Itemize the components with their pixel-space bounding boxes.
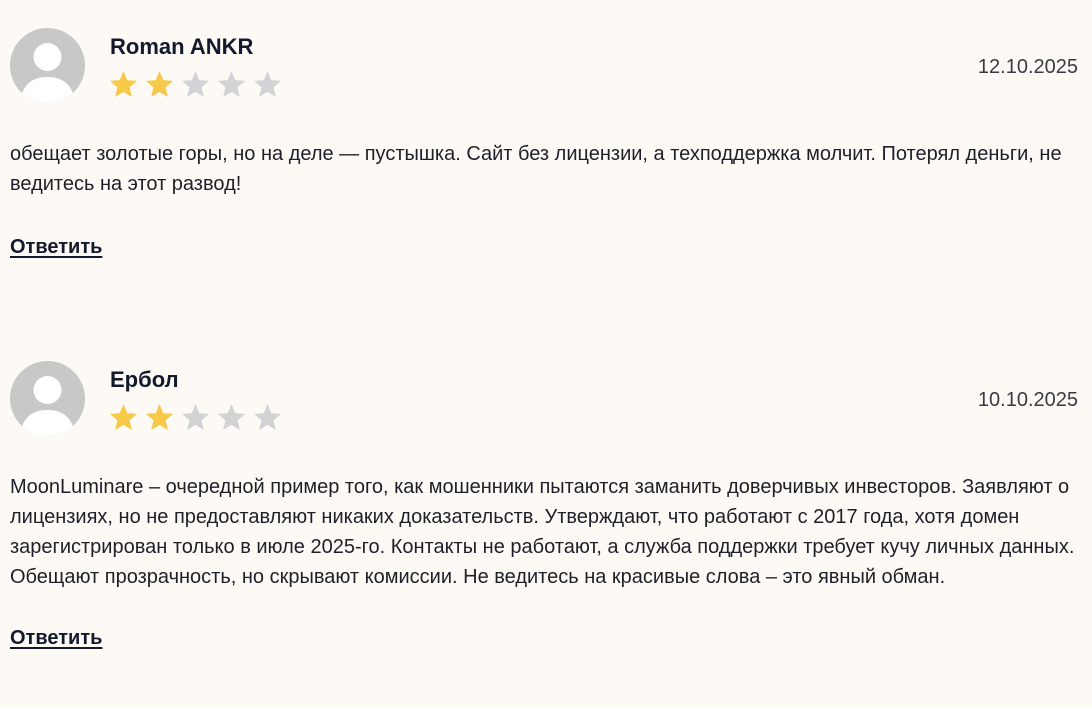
review-card: Roman ANKR 12.10.2025 обещает золотые го… [10, 28, 1078, 259]
reply-link[interactable]: Ответить [10, 627, 102, 650]
review-date: 10.10.2025 [977, 389, 1078, 411]
star-icon [253, 403, 282, 431]
star-icon [145, 70, 174, 98]
star-icon [109, 70, 138, 98]
reply-link[interactable]: Ответить [10, 236, 102, 259]
star-icon [109, 403, 138, 431]
review-text: обещает золотые горы, но на деле — пусты… [10, 143, 1062, 195]
review-date: 12.10.2025 [977, 56, 1078, 78]
review-text: MoonLuminare – очередной пример того, ка… [10, 476, 1075, 588]
star-icon [217, 70, 246, 98]
star-icon [181, 403, 210, 431]
review-author: Ербол [110, 367, 179, 392]
star-rating [108, 69, 283, 100]
review-header: Ербол 10.10.2025 [10, 361, 1078, 437]
review-card: Ербол 10.10.2025 MoonLuminare – очередно… [10, 361, 1078, 650]
review-author: Roman ANKR [110, 34, 254, 59]
star-rating [108, 402, 283, 433]
star-icon [253, 70, 282, 98]
review-header: Roman ANKR 12.10.2025 [10, 28, 1078, 104]
avatar [10, 361, 85, 436]
star-icon [217, 403, 246, 431]
star-icon [181, 70, 210, 98]
star-icon [145, 403, 174, 431]
user-placeholder-icon [20, 376, 75, 436]
user-placeholder-icon [20, 43, 75, 103]
avatar [10, 28, 85, 103]
